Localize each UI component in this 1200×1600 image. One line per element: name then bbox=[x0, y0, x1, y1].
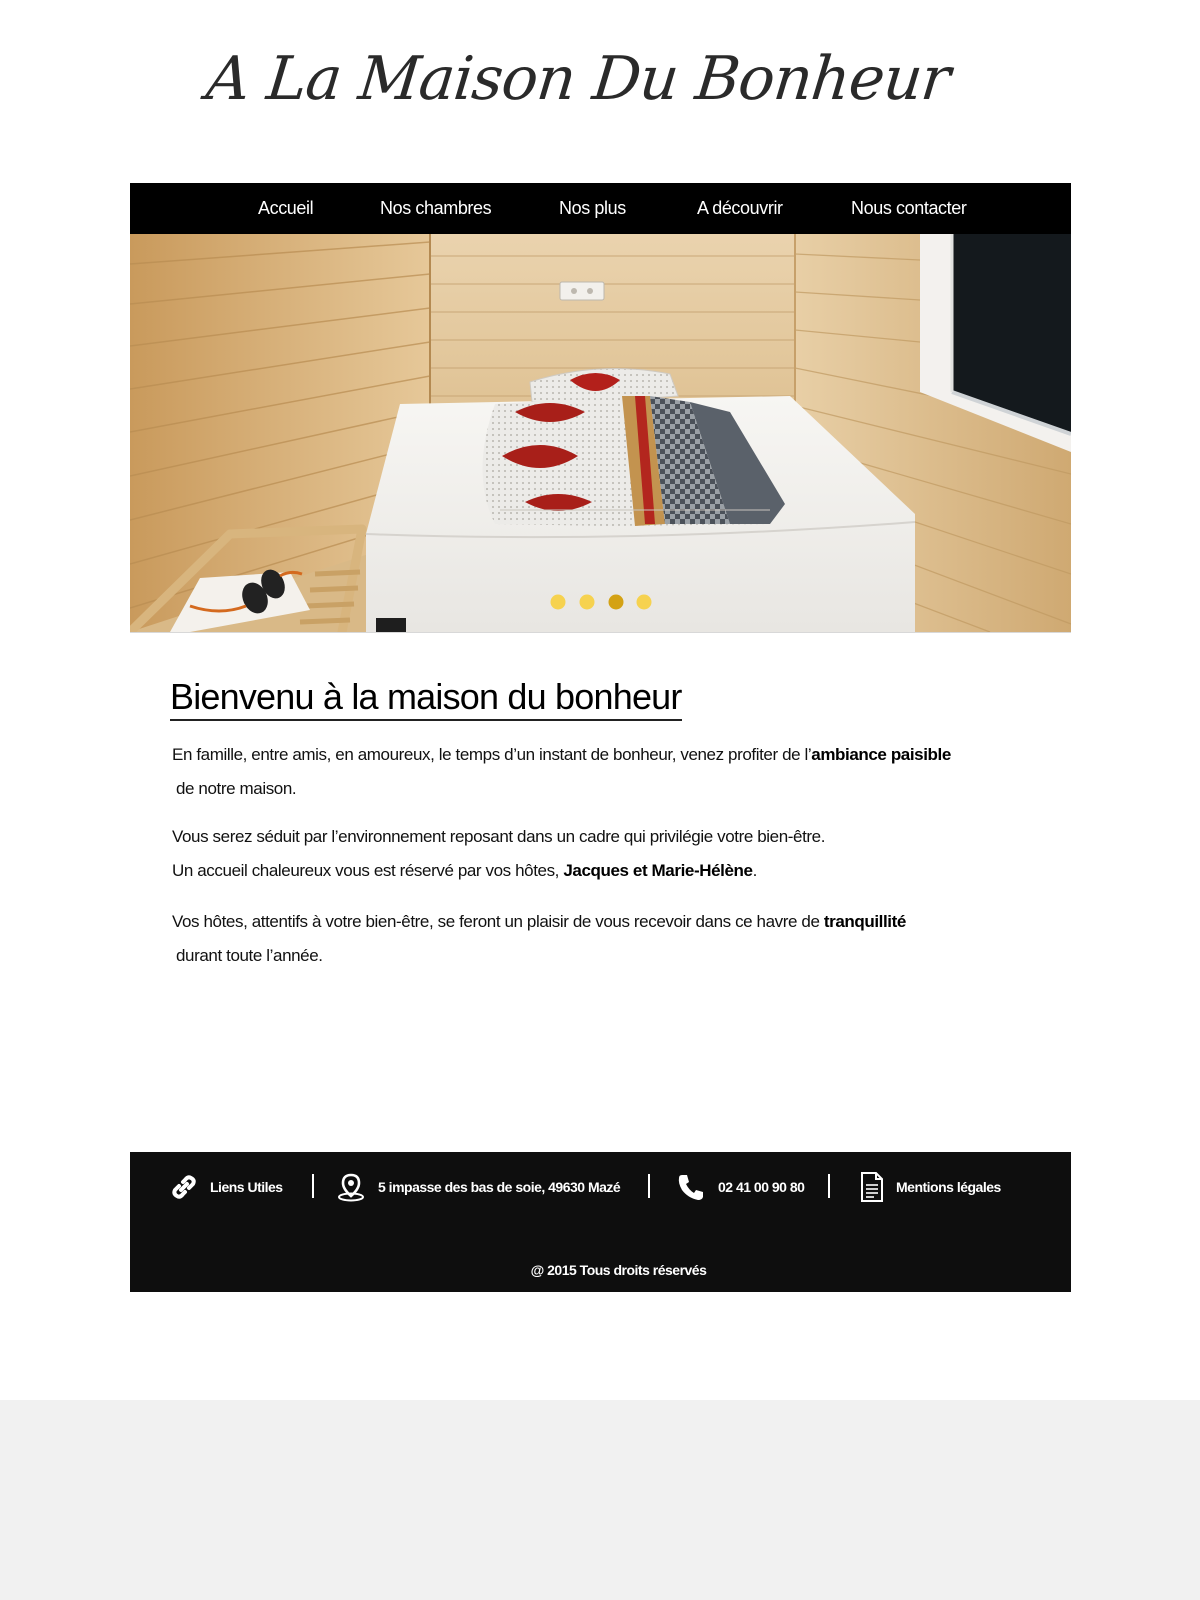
intro-text: En famille, entre amis, en amoureux, le … bbox=[172, 745, 812, 764]
hosts-text: Un accueil chaleureux vous est réservé p… bbox=[172, 861, 564, 880]
footer-divider bbox=[312, 1174, 314, 1198]
nav-item-nos-chambres[interactable]: Nos chambres bbox=[380, 183, 492, 234]
slider-dot-2[interactable] bbox=[579, 594, 595, 610]
main-nav: Accueil Nos chambres Nos plus A découvri… bbox=[130, 183, 1071, 234]
intro-paragraph-3: Vos hôtes, attentifs à votre bien-être, … bbox=[172, 905, 906, 973]
footer-address-text: 5 impasse des bas de soie, 49630 Mazé bbox=[378, 1179, 621, 1195]
footer-legal-label: Mentions légales bbox=[896, 1179, 1001, 1195]
site-footer: Liens Utiles 5 impasse des bas de soie, … bbox=[130, 1152, 1071, 1292]
highlight-tranquillite: tranquillité bbox=[823, 912, 906, 931]
intro-paragraph-1: En famille, entre amis, en amoureux, le … bbox=[172, 738, 951, 806]
chain-link-icon bbox=[170, 1173, 198, 1201]
document-icon bbox=[860, 1171, 884, 1203]
footer-divider bbox=[648, 1174, 650, 1198]
nav-item-nos-plus[interactable]: Nos plus bbox=[559, 183, 626, 234]
footer-divider bbox=[828, 1174, 830, 1198]
environment-text: Vous serez séduit par l’environnement re… bbox=[172, 827, 826, 846]
phone-icon bbox=[676, 1172, 706, 1202]
intro-text-continued: de notre maison. bbox=[176, 779, 297, 798]
nav-item-accueil[interactable]: Accueil bbox=[258, 183, 314, 234]
nav-item-a-decouvrir[interactable]: A découvrir bbox=[697, 183, 783, 234]
page: A La Maison Du Bonheur Accueil Nos chamb… bbox=[0, 0, 1200, 1400]
highlight-ambiance: ambiance paisible bbox=[811, 745, 951, 764]
footer-links[interactable]: Liens Utiles bbox=[170, 1170, 283, 1204]
slider-dot-4[interactable] bbox=[636, 594, 652, 610]
welcome-text: Vos hôtes, attentifs à votre bien-être, … bbox=[172, 912, 824, 931]
hero-slider[interactable] bbox=[130, 234, 1071, 633]
hosts-text-end: . bbox=[752, 861, 758, 880]
map-pin-icon bbox=[336, 1172, 366, 1202]
footer-phone-text: 02 41 00 90 80 bbox=[718, 1179, 805, 1195]
footer-phone[interactable]: 02 41 00 90 80 bbox=[676, 1170, 805, 1204]
footer-address[interactable]: 5 impasse des bas de soie, 49630 Mazé bbox=[336, 1170, 621, 1204]
hosts-names: Jacques et Marie-Hélène bbox=[563, 861, 753, 880]
intro-paragraph-2: Vous serez séduit par l’environnement re… bbox=[172, 820, 825, 888]
copyright: @ 2015 Tous droits réservés bbox=[530, 1262, 707, 1278]
hero-image bbox=[130, 234, 1071, 632]
footer-links-label: Liens Utiles bbox=[210, 1179, 283, 1195]
slider-dot-1[interactable] bbox=[550, 594, 566, 610]
site-logo[interactable]: A La Maison Du Bonheur bbox=[0, 44, 1182, 114]
nav-item-nous-contacter[interactable]: Nous contacter bbox=[851, 183, 967, 234]
footer-legal[interactable]: Mentions légales bbox=[860, 1170, 1001, 1204]
page-title: Bienvenu à la maison du bonheur bbox=[170, 676, 682, 721]
welcome-text-continued: durant toute l’année. bbox=[176, 946, 323, 965]
slider-dot-3[interactable] bbox=[608, 594, 624, 610]
